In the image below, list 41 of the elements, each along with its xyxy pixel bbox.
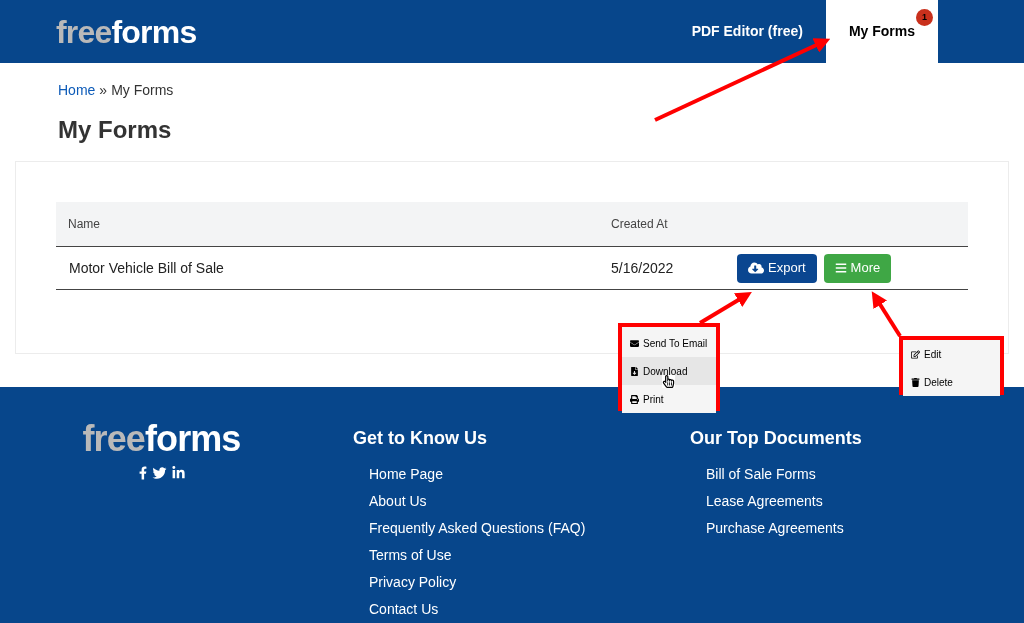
linkedin-icon[interactable] [171,466,185,480]
envelope-icon [630,338,639,348]
menu-item[interactable]: Print [622,385,716,413]
hand-cursor-icon [662,375,675,388]
table-cell-text: 5/16/2022 [611,258,675,278]
printer-icon [630,394,639,404]
cloud-download-icon [748,260,764,276]
column-header: Created At [611,216,668,233]
nav-tab[interactable]: My Forms 1 [825,0,938,63]
edit-icon [911,349,920,359]
menu-item[interactable]: Edit [903,340,1000,368]
table-cell-text: Motor Vehicle Bill of Sale [68,258,225,278]
footer-link[interactable]: Bill of Sale Forms [706,466,816,482]
footer-link[interactable]: Frequently Asked Questions (FAQ) [369,520,586,536]
logo[interactable]: freeforms [82,421,241,457]
facebook-icon[interactable] [138,466,147,480]
trash-icon [911,377,920,387]
breadcrumb-separator: » [99,81,108,100]
page-title: My Forms [57,115,173,145]
menu-icon [834,262,847,274]
footer-link[interactable]: About Us [369,493,427,509]
footer-heading: Get to Know Us [353,427,488,450]
breadcrumb-current: My Forms [111,81,174,100]
menu-item[interactable]: Download [622,357,716,385]
footer-link[interactable]: Privacy Policy [369,574,457,590]
footer-link[interactable]: Contact Us [369,601,439,617]
logo[interactable]: freeforms [56,15,197,48]
menu-item[interactable]: Send To Email [622,329,716,357]
column-header: Name [67,216,101,233]
footer-heading: Our Top Documents [690,427,862,450]
footer-link[interactable]: Home Page [369,466,443,482]
breadcrumb-link[interactable]: Home [58,80,96,101]
nav-tab[interactable]: PDF Editor (free) [668,0,826,63]
notification-badge: 1 [916,9,933,26]
menu-item[interactable]: Delete [903,368,1000,396]
footer-link[interactable]: Lease Agreements [706,493,823,509]
twitter-icon[interactable] [151,466,167,480]
footer-link[interactable]: Purchase Agreements [706,520,844,536]
file-download-icon [630,366,639,376]
export-button[interactable]: Export [737,253,817,283]
footer-link[interactable]: Terms of Use [369,547,452,563]
